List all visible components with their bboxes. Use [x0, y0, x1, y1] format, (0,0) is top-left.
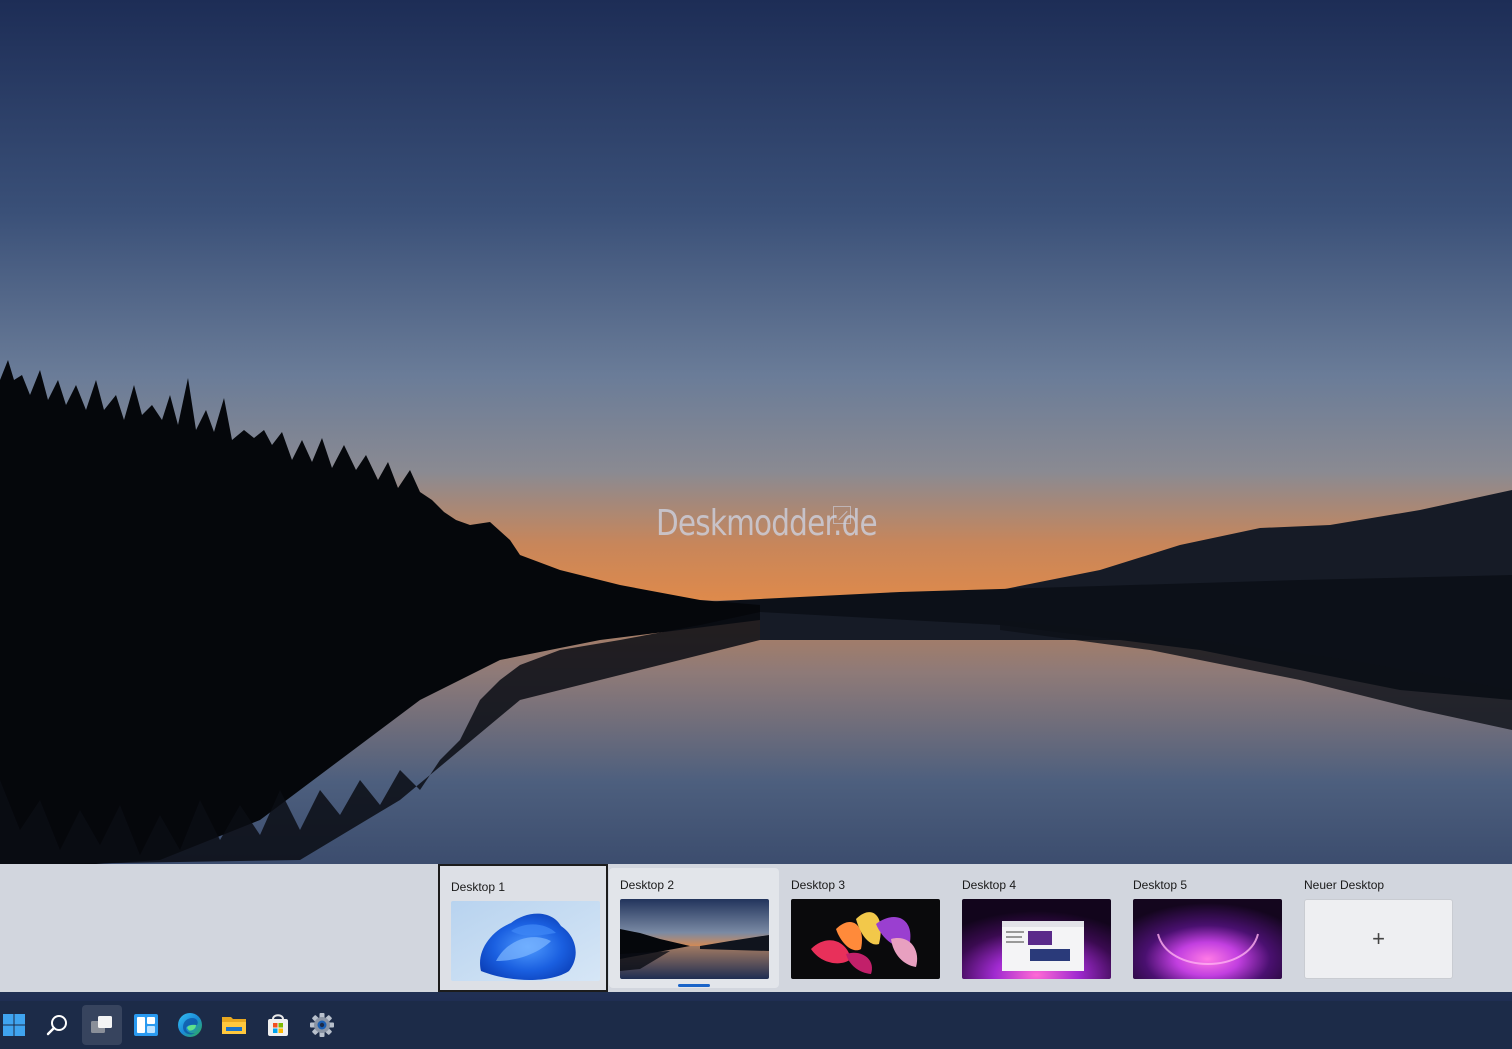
widgets-icon: [134, 1014, 158, 1036]
strip-empty-area: [0, 864, 438, 992]
desktop-4-card[interactable]: Desktop 4: [951, 864, 1121, 992]
search-button[interactable]: [38, 1005, 78, 1045]
search-icon: [46, 1015, 67, 1036]
widgets-button[interactable]: [126, 1005, 166, 1045]
desktop-label: Desktop 2: [620, 878, 675, 892]
folder-icon: [222, 1017, 246, 1034]
new-desktop-card[interactable]: Neuer Desktop +: [1293, 864, 1463, 992]
store-icon: [268, 1014, 288, 1036]
desktop-2-card[interactable]: Desktop 2: [609, 868, 779, 988]
task-view-desktop-strip: Desktop 1 Desktop 2 Desktop 3 Desktop 4 …: [0, 864, 1512, 992]
desktop-2-thumbnail: [620, 899, 769, 979]
desktop-1-thumbnail: [451, 901, 600, 981]
task-view-button[interactable]: [82, 1005, 122, 1045]
desktop-1-card[interactable]: Desktop 1: [438, 864, 608, 992]
desktop-3-card[interactable]: Desktop 3: [780, 864, 950, 992]
settings-button[interactable]: [302, 1005, 342, 1045]
desktop-label: Desktop 4: [962, 878, 1017, 892]
edge-icon: [178, 1013, 202, 1037]
desktop-label: Desktop 1: [451, 880, 506, 894]
desktop-label: Desktop 5: [1133, 878, 1188, 892]
new-desktop-button[interactable]: +: [1304, 899, 1453, 979]
windows-logo-icon: [3, 1014, 25, 1036]
watermark-logo: [833, 506, 851, 524]
new-desktop-label: Neuer Desktop: [1304, 878, 1385, 892]
edge-button[interactable]: [170, 1005, 210, 1045]
desktop-5-thumbnail: [1133, 899, 1282, 979]
current-desktop-indicator: [678, 984, 710, 987]
start-button[interactable]: [0, 1005, 34, 1045]
desktop-4-thumbnail: [962, 899, 1111, 979]
task-view-icon: [91, 1016, 112, 1033]
taskbar: [0, 1001, 1512, 1049]
store-button[interactable]: [258, 1005, 298, 1045]
desktop-label: Desktop 3: [791, 878, 846, 892]
gear-icon: [310, 1013, 334, 1037]
desktop-5-card[interactable]: Desktop 5: [1122, 864, 1292, 992]
file-explorer-button[interactable]: [214, 1005, 254, 1045]
desktop-3-thumbnail: [791, 899, 940, 979]
plus-icon: +: [1372, 926, 1385, 951]
